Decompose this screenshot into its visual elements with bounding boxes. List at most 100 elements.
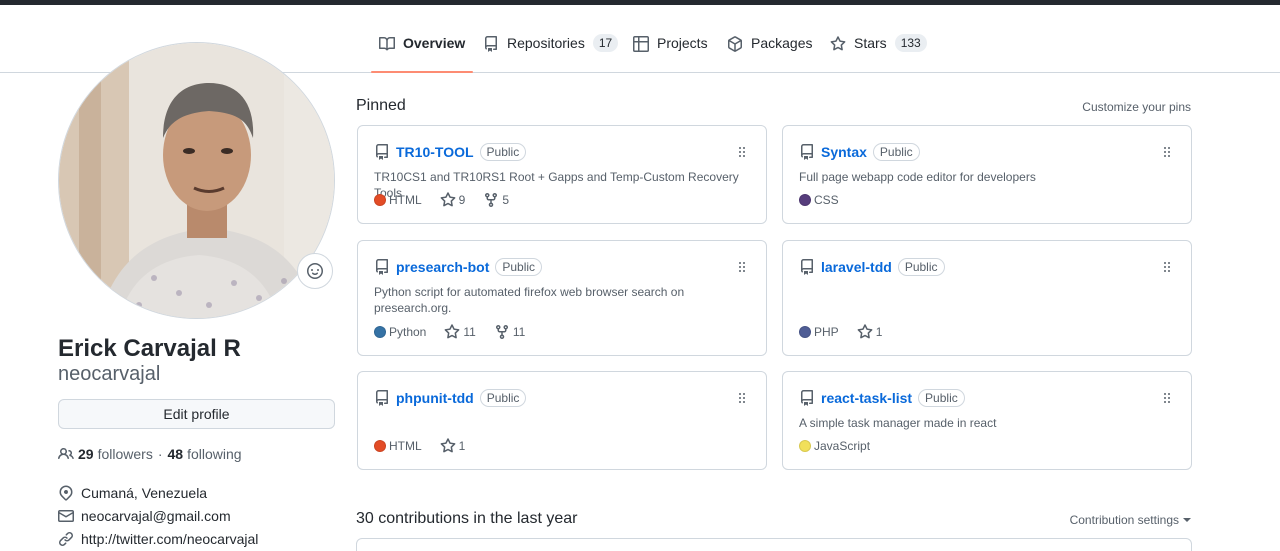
repo-language: JavaScript xyxy=(814,439,871,453)
pinned-repo-card: presearch-bot Public Python script for au… xyxy=(357,240,767,356)
repo-name-link[interactable]: Syntax Public xyxy=(821,143,920,161)
repo-icon xyxy=(799,144,815,160)
repo-icon xyxy=(799,259,815,275)
book-icon xyxy=(379,36,395,52)
repo-language: CSS xyxy=(814,193,839,207)
pinned-repo-card: TR10-TOOL Public TR10CS1 and TR10RS1 Root… xyxy=(357,125,767,224)
pinned-repo-card: phpunit-tdd Public HTML 1 xyxy=(357,371,767,470)
language-color-dot xyxy=(799,326,811,338)
profile-email[interactable]: neocarvajal@gmail.com xyxy=(58,508,231,524)
fork-icon xyxy=(483,192,502,208)
language-color-dot xyxy=(374,440,386,452)
drag-handle-icon[interactable] xyxy=(734,390,750,406)
drag-handle-icon[interactable] xyxy=(1159,144,1175,160)
caret-down-icon xyxy=(1183,518,1191,522)
star-icon xyxy=(440,438,459,454)
repo-meta: CSS xyxy=(799,192,839,208)
drag-handle-icon[interactable] xyxy=(734,259,750,275)
following-link[interactable]: 48 following xyxy=(168,446,242,462)
star-count: 11 xyxy=(463,325,476,339)
visibility-badge: Public xyxy=(495,258,543,276)
language-color-dot xyxy=(799,440,811,452)
edit-profile-button[interactable]: Edit profile xyxy=(58,399,335,429)
following-count: 48 xyxy=(167,446,184,462)
repo-name-link[interactable]: laravel-tdd Public xyxy=(821,258,945,276)
repo-name-link[interactable]: phpunit-tdd Public xyxy=(396,389,527,407)
tab-overview[interactable]: Overview xyxy=(370,35,474,73)
drag-handle-icon[interactable] xyxy=(1159,390,1175,406)
stars-counter: 133 xyxy=(894,34,927,52)
repo-stars-link[interactable]: 1 xyxy=(440,438,466,454)
repo-language: Python xyxy=(389,325,427,339)
repo-name-link[interactable]: presearch-bot Public xyxy=(396,258,543,276)
contributions-heading: 30 contributions in the last year xyxy=(356,510,578,527)
language-color-dot xyxy=(799,194,811,206)
follow-separator: · xyxy=(157,446,163,462)
tab-repositories-label: Repositories xyxy=(507,35,585,51)
repo-meta: HTML 1 xyxy=(374,438,465,454)
visibility-badge: Public xyxy=(918,389,965,407)
pinned-repo-card: react-task-list Public A simple task mana… xyxy=(782,371,1192,470)
contribution-graph-box xyxy=(356,538,1192,551)
repo-name: presearch-bot xyxy=(396,259,490,275)
repo-name-link[interactable]: TR10-TOOL Public xyxy=(396,143,527,161)
star-icon xyxy=(830,36,846,52)
repo-stars-link[interactable]: 9 xyxy=(440,192,466,208)
email-text: neocarvajal@gmail.com xyxy=(81,508,231,524)
repo-language: HTML xyxy=(389,193,422,207)
package-icon xyxy=(727,36,743,52)
drag-handle-icon[interactable] xyxy=(1159,259,1175,275)
followers-count: 29 xyxy=(78,446,94,462)
tab-projects[interactable]: Projects xyxy=(633,35,708,73)
followers-link[interactable]: 29 followers xyxy=(78,446,153,462)
repo-icon xyxy=(374,144,390,160)
repo-meta: HTML 9 5 xyxy=(374,192,509,208)
star-icon xyxy=(444,324,463,340)
repo-description: Python script for automated firefox web … xyxy=(374,285,685,315)
repo-meta: Python 11 11 xyxy=(374,324,525,340)
profile-username: neocarvajal xyxy=(58,363,161,385)
pinned-repo-card: Syntax Public Full page webapp code edito… xyxy=(782,125,1192,224)
tab-packages-label: Packages xyxy=(751,35,813,51)
repo-name-link[interactable]: react-task-list Public xyxy=(821,389,965,407)
tab-repositories[interactable]: Repositories 17 xyxy=(483,34,619,73)
people-icon xyxy=(58,446,74,462)
link-icon xyxy=(58,531,81,547)
tab-stars[interactable]: Stars 133 xyxy=(830,34,927,73)
tab-packages[interactable]: Packages xyxy=(727,35,812,73)
star-icon xyxy=(440,192,459,208)
location-text: Cumaná, Venezuela xyxy=(81,485,208,501)
customize-pins-link[interactable]: Customize your pins xyxy=(1082,100,1191,114)
pinned-repo-card: laravel-tdd Public PHP 1 xyxy=(782,240,1192,356)
set-status-button[interactable] xyxy=(297,253,333,289)
url-text: http://twitter.com/neocarvajal xyxy=(81,531,259,547)
contribution-settings-label: Contribution settings xyxy=(1069,513,1179,527)
profile-url[interactable]: http://twitter.com/neocarvajal xyxy=(58,531,258,547)
repo-name: react-task-list xyxy=(821,390,913,406)
followers-label: followers xyxy=(97,446,153,462)
tab-overview-label: Overview xyxy=(403,35,466,51)
visibility-badge: Public xyxy=(479,389,527,407)
table-icon xyxy=(633,36,649,52)
fork-icon xyxy=(494,324,513,340)
repo-stars-link[interactable]: 1 xyxy=(857,324,883,340)
star-count: 1 xyxy=(458,439,466,453)
repo-language: PHP xyxy=(814,325,839,339)
visibility-badge: Public xyxy=(897,258,945,276)
tab-stars-label: Stars xyxy=(854,35,887,51)
repo-forks-link[interactable]: 11 xyxy=(494,324,525,340)
repo-stars-link[interactable]: 11 xyxy=(444,324,476,340)
star-count: 1 xyxy=(875,325,883,339)
star-count: 9 xyxy=(458,193,466,207)
contribution-settings-dropdown[interactable]: Contribution settings xyxy=(1070,513,1191,527)
repo-icon xyxy=(799,390,815,406)
repo-icon xyxy=(483,36,499,52)
following-label: following xyxy=(187,446,242,462)
drag-handle-icon[interactable] xyxy=(734,144,750,160)
pinned-heading: Pinned xyxy=(356,97,406,114)
repo-meta: PHP 1 xyxy=(799,324,882,340)
repo-forks-link[interactable]: 5 xyxy=(483,192,509,208)
star-icon xyxy=(857,324,876,340)
repo-icon xyxy=(374,390,390,406)
avatar[interactable] xyxy=(58,42,335,319)
